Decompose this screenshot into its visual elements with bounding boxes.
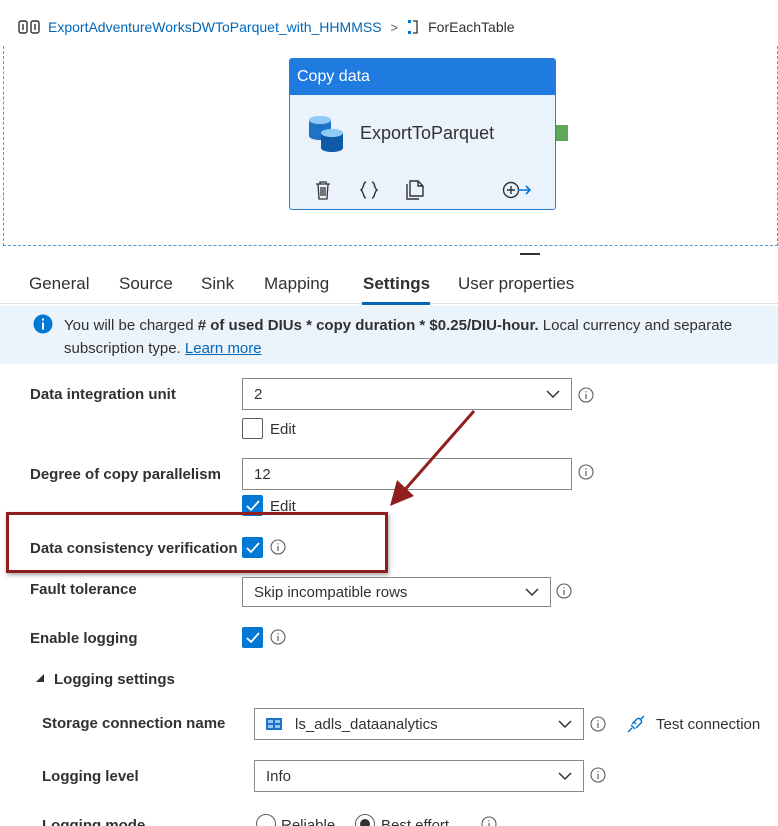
active-tab-indicator [362, 302, 430, 305]
chevron-down-icon [558, 772, 572, 781]
learn-more-link[interactable]: Learn more [185, 340, 262, 357]
activity-success-connector[interactable] [556, 125, 568, 141]
delete-icon[interactable] [312, 179, 334, 201]
storage-account-icon [266, 718, 282, 730]
panel-resize-handle[interactable] [520, 253, 540, 255]
arrow-annotation [390, 410, 476, 506]
add-output-icon[interactable] [502, 179, 532, 201]
info-icon[interactable] [590, 716, 606, 732]
storage-connection-label: Storage connection name [42, 715, 226, 732]
diu-edit-checkbox[interactable] [242, 418, 263, 439]
checkmark-icon [246, 500, 260, 512]
breadcrumb-separator: > [390, 19, 399, 35]
chevron-down-icon [558, 720, 572, 729]
info-icon[interactable] [556, 583, 572, 599]
info-icon[interactable] [270, 629, 286, 645]
info-icon [33, 314, 53, 334]
enable-logging-label: Enable logging [30, 630, 138, 647]
banner-text-line2: subscription type. Learn more [64, 340, 262, 357]
tab-general[interactable]: General [29, 274, 89, 294]
diu-label: Data integration unit [30, 386, 176, 403]
tab-settings[interactable]: Settings [363, 274, 430, 294]
copy-data-activity[interactable]: Copy data ExportToParquet [289, 58, 556, 210]
logging-mode-label: Logging mode [42, 817, 146, 826]
banner-text: You will be charged # of used DIUs * cop… [64, 317, 733, 334]
tab-source[interactable]: Source [119, 274, 173, 294]
tab-mapping[interactable]: Mapping [264, 274, 329, 294]
parallelism-label: Degree of copy parallelism [30, 466, 221, 483]
storage-connection-dropdown[interactable]: ls_adls_dataanalytics [254, 708, 584, 740]
test-connection-button[interactable]: Test connection [626, 714, 760, 734]
checkmark-icon [246, 542, 260, 554]
fault-tolerance-dropdown[interactable]: Skip incompatible rows [242, 577, 551, 607]
logging-settings-header[interactable]: Logging settings [54, 671, 175, 688]
logging-mode-best-effort-radio[interactable] [355, 814, 375, 826]
copy-data-icon [309, 116, 343, 152]
info-icon[interactable] [578, 387, 594, 403]
pricing-info-banner: You will be charged # of used DIUs * cop… [0, 306, 778, 364]
breadcrumb-current: ForEachTable [428, 19, 515, 35]
plug-icon [627, 715, 645, 733]
activity-type-label: Copy data [290, 59, 555, 95]
properties-tabs: General Source Sink Mapping Settings Use… [0, 262, 778, 305]
activity-name: ExportToParquet [360, 122, 495, 143]
tab-user-properties[interactable]: User properties [458, 274, 574, 294]
logging-mode-reliable-label: Reliable [281, 817, 336, 826]
logging-level-dropdown[interactable]: Info [254, 760, 584, 792]
fault-tolerance-label: Fault tolerance [30, 581, 137, 598]
diu-edit-label: Edit [270, 421, 296, 438]
pipeline-icon [18, 20, 40, 34]
foreach-icon [408, 20, 418, 34]
info-icon[interactable] [578, 464, 594, 480]
collapse-triangle-icon[interactable] [35, 673, 45, 683]
logging-level-label: Logging level [42, 768, 139, 785]
info-icon[interactable] [270, 539, 286, 555]
logging-mode-best-effort-label: Best effort [381, 817, 450, 826]
breadcrumb: ExportAdventureWorksDWToParquet_with_HHM… [18, 16, 515, 38]
chevron-down-icon [525, 588, 539, 597]
tab-sink[interactable]: Sink [201, 274, 234, 294]
enable-logging-checkbox[interactable] [242, 627, 263, 648]
consistency-label: Data consistency verification [30, 540, 238, 557]
logging-mode-reliable-radio[interactable] [256, 814, 276, 826]
code-icon[interactable] [358, 179, 380, 201]
chevron-down-icon [546, 390, 560, 399]
clone-icon[interactable] [404, 179, 426, 201]
info-icon[interactable] [481, 816, 497, 826]
info-icon[interactable] [590, 767, 606, 783]
breadcrumb-pipeline-link[interactable]: ExportAdventureWorksDWToParquet_with_HHM… [48, 19, 382, 35]
checkmark-icon [246, 632, 260, 644]
consistency-checkbox[interactable] [242, 537, 263, 558]
